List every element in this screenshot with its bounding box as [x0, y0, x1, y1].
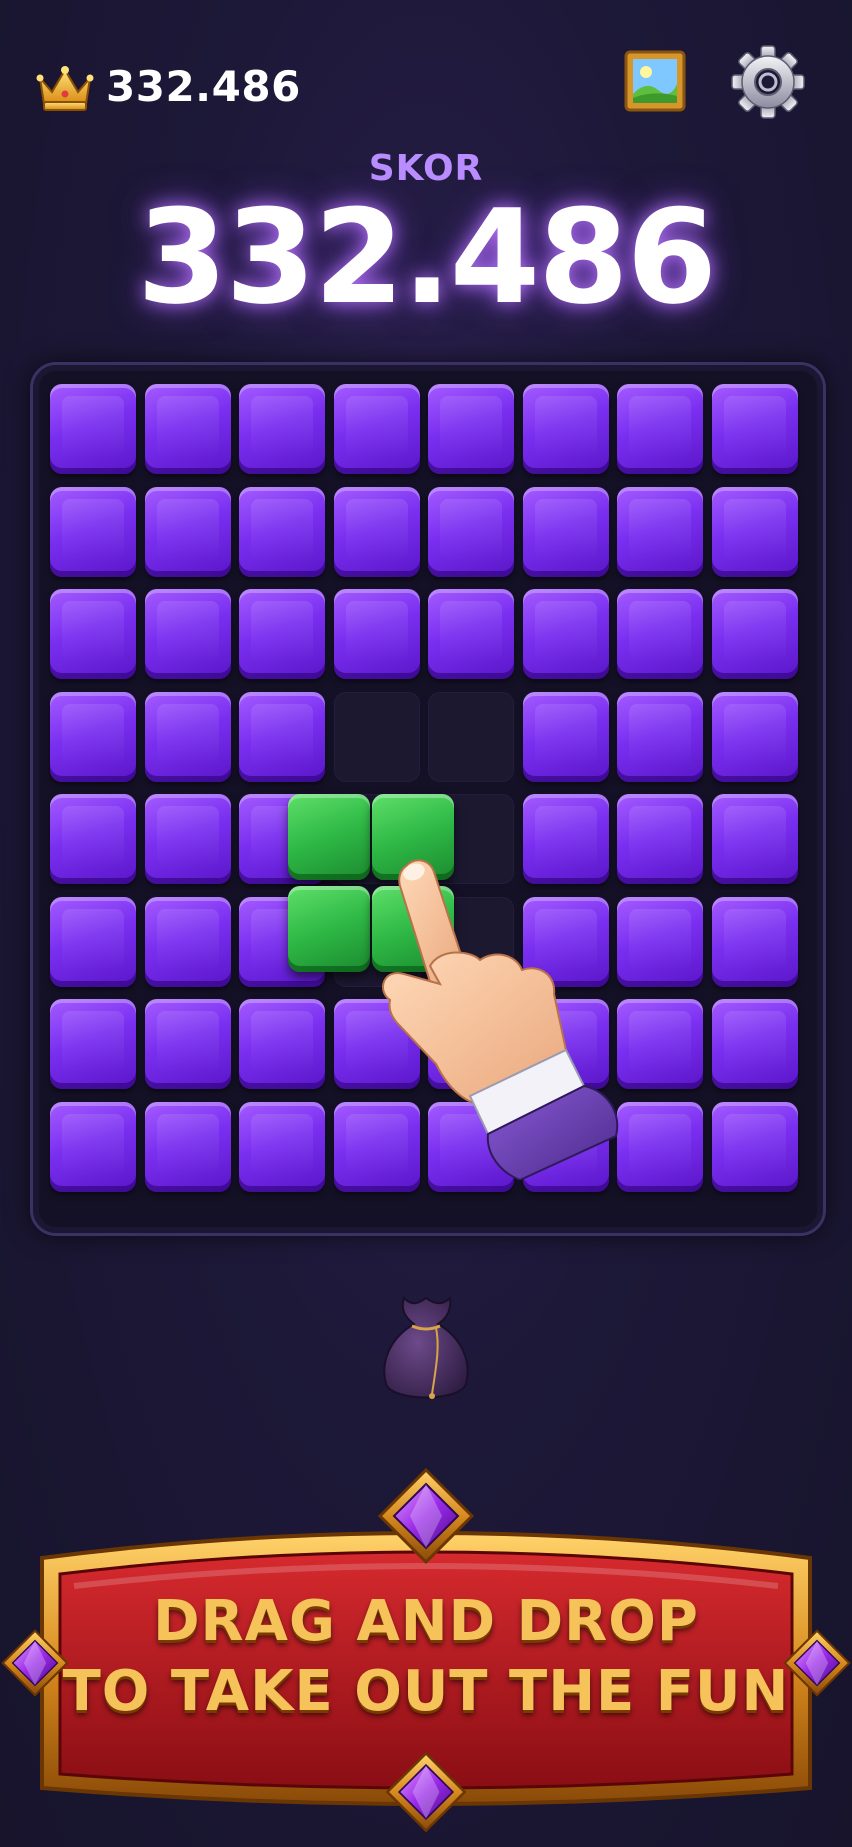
board-block[interactable]: [522, 794, 609, 884]
board-block[interactable]: [711, 1101, 798, 1192]
board-block[interactable]: [144, 486, 231, 577]
board-block[interactable]: [144, 589, 231, 679]
board-block[interactable]: [239, 384, 325, 474]
bag-icon[interactable]: [376, 1288, 476, 1408]
board-block[interactable]: [617, 794, 703, 884]
board-block[interactable]: [50, 999, 136, 1089]
board-block[interactable]: [617, 486, 703, 577]
board-block[interactable]: [239, 999, 325, 1089]
board-block[interactable]: [428, 1101, 514, 1192]
board-block[interactable]: [428, 486, 514, 577]
board-block[interactable]: [711, 999, 798, 1089]
best-score: 332.486: [106, 62, 301, 111]
board-block[interactable]: [333, 384, 420, 474]
board-block[interactable]: [50, 896, 136, 987]
board-block[interactable]: [239, 1101, 325, 1192]
board-block[interactable]: [333, 589, 420, 679]
board-block[interactable]: [50, 384, 136, 474]
top-bar: 332.486: [0, 0, 852, 170]
picture-icon[interactable]: [624, 50, 686, 112]
board-block[interactable]: [144, 384, 231, 474]
piece-block[interactable]: [372, 794, 454, 880]
banner-line-2: TO TAKE OUT THE FUN: [62, 1659, 790, 1724]
board-empty-cell[interactable]: [333, 691, 420, 782]
board-block[interactable]: [50, 486, 136, 577]
crown-icon: [36, 66, 94, 111]
piece-block[interactable]: [288, 794, 370, 880]
board-block[interactable]: [522, 384, 609, 474]
board-block[interactable]: [144, 1101, 231, 1192]
board-block[interactable]: [711, 794, 798, 884]
board-block[interactable]: [711, 384, 798, 474]
board-block[interactable]: [428, 384, 514, 474]
board-block[interactable]: [711, 896, 798, 987]
board-block[interactable]: [144, 999, 231, 1089]
board-block[interactable]: [522, 999, 609, 1089]
piece-block[interactable]: [372, 886, 454, 972]
board-block[interactable]: [522, 896, 609, 987]
board-block[interactable]: [50, 589, 136, 679]
board-block[interactable]: [617, 589, 703, 679]
board-block[interactable]: [617, 999, 703, 1089]
board-block[interactable]: [617, 1101, 703, 1192]
board-block[interactable]: [333, 486, 420, 577]
board-block[interactable]: [428, 999, 514, 1089]
board-block[interactable]: [617, 691, 703, 782]
score-value: 332.486: [136, 181, 717, 333]
board-block[interactable]: [333, 999, 420, 1089]
board-block[interactable]: [144, 794, 231, 884]
board-block[interactable]: [50, 1101, 136, 1192]
piece-block[interactable]: [288, 886, 370, 972]
board-empty-cell[interactable]: [428, 691, 514, 782]
purple-gem-icon: [385, 1751, 467, 1833]
board-block[interactable]: [617, 384, 703, 474]
board-block[interactable]: [333, 1101, 420, 1192]
dragged-piece[interactable]: [288, 794, 458, 974]
board-block[interactable]: [239, 691, 325, 782]
board-block[interactable]: [711, 486, 798, 577]
board-block[interactable]: [50, 691, 136, 782]
board-block[interactable]: [522, 589, 609, 679]
banner-line-1: DRAG AND DROP: [153, 1589, 699, 1654]
board-block[interactable]: [522, 486, 609, 577]
board-block[interactable]: [428, 589, 514, 679]
board-block[interactable]: [144, 896, 231, 987]
board-block[interactable]: [711, 589, 798, 679]
board-block[interactable]: [239, 589, 325, 679]
board-block[interactable]: [522, 1101, 609, 1192]
board-block[interactable]: [239, 486, 325, 577]
board-block[interactable]: [522, 691, 609, 782]
board-block[interactable]: [711, 691, 798, 782]
board-block[interactable]: [50, 794, 136, 884]
board-block[interactable]: [144, 691, 231, 782]
gear-icon[interactable]: [730, 44, 806, 120]
purple-gem-icon: [377, 1467, 475, 1565]
board-block[interactable]: [617, 896, 703, 987]
